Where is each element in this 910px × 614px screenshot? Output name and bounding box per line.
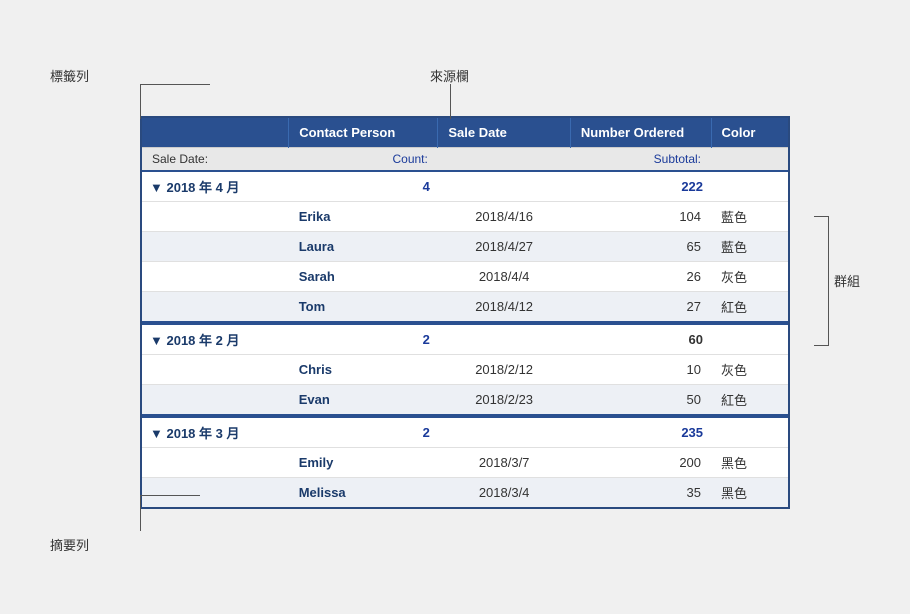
group-title-2: ▼ 2018 年 3 月 <box>142 417 289 448</box>
annotation-line-h-bottom <box>140 495 200 496</box>
annotation-summary-row: 摘要列 <box>50 535 89 554</box>
annotation-line-v-center <box>450 84 451 119</box>
page-container: 標籤列 來源欄 群組 摘要列 Contact Person Sale Date … <box>40 56 870 559</box>
group-bracket <box>814 216 829 346</box>
row-number-0-3: 27 <box>570 291 711 321</box>
row-empty-0-0 <box>142 201 289 231</box>
label-empty-date <box>438 147 571 171</box>
row-saledate-0-3: 2018/4/12 <box>438 291 571 321</box>
table-row: Chris 2018/2/12 10 灰色 <box>142 354 788 384</box>
label-sale-date: Sale Date: <box>142 147 289 171</box>
row-empty-1-0 <box>142 354 289 384</box>
table-row: Melissa 2018/3/4 35 黑色 <box>142 477 788 507</box>
row-contact-0-3: Tom <box>289 291 438 321</box>
row-empty-2-0 <box>142 447 289 477</box>
group-title-1: ▼ 2018 年 2 月 <box>142 324 289 355</box>
annotation-group-label: 群組 <box>834 271 860 290</box>
annotation-line-h-left <box>140 84 210 85</box>
row-contact-2-0: Emily <box>289 447 438 477</box>
row-empty-0-1 <box>142 231 289 261</box>
group-empty-date-2 <box>438 417 571 448</box>
row-empty-1-1 <box>142 384 289 414</box>
row-saledate-0-0: 2018/4/16 <box>438 201 571 231</box>
data-table: Contact Person Sale Date Number Ordered … <box>142 118 788 507</box>
table-row: Laura 2018/4/27 65 藍色 <box>142 231 788 261</box>
row-color-2-0: 黑色 <box>711 447 788 477</box>
row-saledate-1-1: 2018/2/23 <box>438 384 571 414</box>
annotation-line-v-left <box>140 84 141 119</box>
row-contact-1-0: Chris <box>289 354 438 384</box>
group-subtotal-0: 222 <box>570 171 711 202</box>
row-color-2-1: 黑色 <box>711 477 788 507</box>
annotation-group: 群組 <box>814 216 860 346</box>
row-number-0-0: 104 <box>570 201 711 231</box>
group-empty-date-1 <box>438 324 571 355</box>
group-header-0: ▼ 2018 年 4 月 4 222 <box>142 171 788 202</box>
row-color-0-2: 灰色 <box>711 261 788 291</box>
table-header-row: Contact Person Sale Date Number Ordered … <box>142 118 788 148</box>
row-color-0-3: 紅色 <box>711 291 788 321</box>
row-contact-0-1: Laura <box>289 231 438 261</box>
table-row: Emily 2018/3/7 200 黑色 <box>142 447 788 477</box>
table-row: Tom 2018/4/12 27 紅色 <box>142 291 788 321</box>
row-number-1-1: 50 <box>570 384 711 414</box>
group-header-1: ▼ 2018 年 2 月 2 60 <box>142 324 788 355</box>
row-saledate-2-0: 2018/3/7 <box>438 447 571 477</box>
label-count: Count: <box>289 147 438 171</box>
group-subtotal-2: 235 <box>570 417 711 448</box>
row-saledate-0-1: 2018/4/27 <box>438 231 571 261</box>
group-title-0: ▼ 2018 年 4 月 <box>142 171 289 202</box>
group-empty-date-0 <box>438 171 571 202</box>
row-saledate-0-2: 2018/4/4 <box>438 261 571 291</box>
row-color-0-0: 藍色 <box>711 201 788 231</box>
label-empty-color <box>711 147 788 171</box>
row-color-1-0: 灰色 <box>711 354 788 384</box>
row-number-1-0: 10 <box>570 354 711 384</box>
row-empty-0-3 <box>142 291 289 321</box>
row-contact-1-1: Evan <box>289 384 438 414</box>
table-row: Evan 2018/2/23 50 紅色 <box>142 384 788 414</box>
row-empty-2-1 <box>142 477 289 507</box>
row-saledate-2-1: 2018/3/4 <box>438 477 571 507</box>
row-number-2-1: 35 <box>570 477 711 507</box>
group-empty-color-1 <box>711 324 788 355</box>
row-color-1-1: 紅色 <box>711 384 788 414</box>
annotation-label-row: 標籤列 <box>50 66 89 85</box>
row-saledate-1-0: 2018/2/12 <box>438 354 571 384</box>
group-subtotal-1: 60 <box>570 324 711 355</box>
group-count-0: 4 <box>289 171 438 202</box>
row-contact-2-1: Melissa <box>289 477 438 507</box>
header-sale-date: Sale Date <box>438 118 571 148</box>
group-empty-color-0 <box>711 171 788 202</box>
group-count-2: 2 <box>289 417 438 448</box>
row-number-0-1: 65 <box>570 231 711 261</box>
header-empty <box>142 118 289 148</box>
row-number-0-2: 26 <box>570 261 711 291</box>
row-number-2-0: 200 <box>570 447 711 477</box>
label-subtotal: Subtotal: <box>570 147 711 171</box>
row-empty-0-2 <box>142 261 289 291</box>
header-color: Color <box>711 118 788 148</box>
header-contact-person: Contact Person <box>289 118 438 148</box>
group-count-1: 2 <box>289 324 438 355</box>
header-number-ordered: Number Ordered <box>570 118 711 148</box>
row-color-0-1: 藍色 <box>711 231 788 261</box>
annotation-source-column: 來源欄 <box>430 66 469 85</box>
label-row: Sale Date: Count: Subtotal: <box>142 147 788 171</box>
table-row: Erika 2018/4/16 104 藍色 <box>142 201 788 231</box>
main-table-wrapper: Contact Person Sale Date Number Ordered … <box>140 116 790 509</box>
table-row: Sarah 2018/4/4 26 灰色 <box>142 261 788 291</box>
group-header-2: ▼ 2018 年 3 月 2 235 <box>142 417 788 448</box>
group-empty-color-2 <box>711 417 788 448</box>
row-contact-0-0: Erika <box>289 201 438 231</box>
annotation-line-v-bottom <box>140 496 141 531</box>
row-contact-0-2: Sarah <box>289 261 438 291</box>
